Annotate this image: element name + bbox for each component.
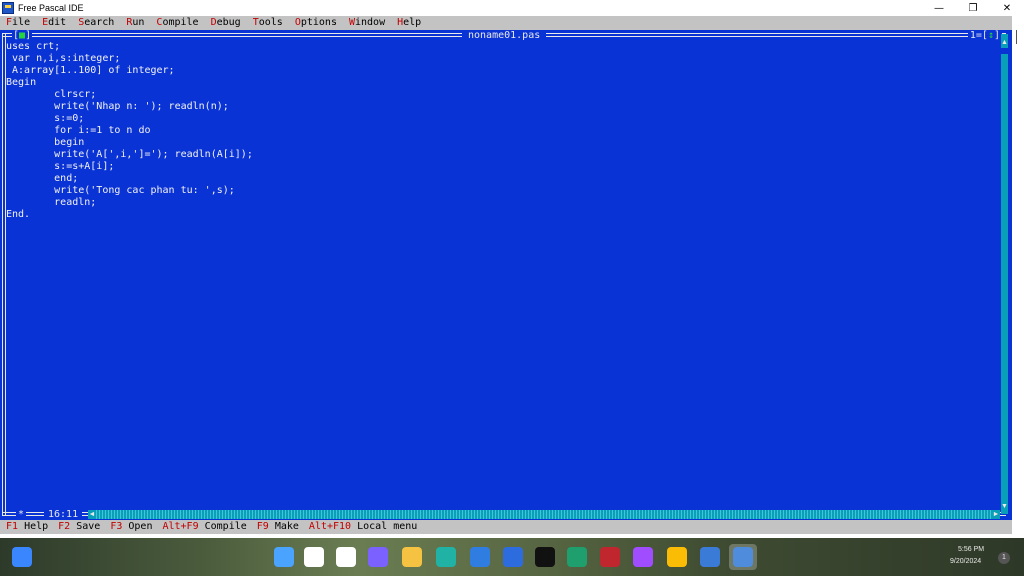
antivirus-icon[interactable] — [600, 547, 620, 567]
menu-label: dit — [48, 17, 67, 28]
translator-icon[interactable] — [700, 547, 720, 567]
window-title: Free Pascal IDE — [18, 3, 84, 13]
code-line[interactable]: Begin — [6, 77, 996, 89]
file-explorer-icon[interactable] — [402, 547, 422, 567]
scroll-down-icon[interactable]: ▼ — [1001, 502, 1008, 512]
menu-label: un — [132, 17, 145, 28]
status-key: F1 — [6, 521, 19, 532]
status-bar: F1 Help F2 Save F3 Open Alt+F9 Compile F9 Ma… — [0, 520, 1012, 534]
status-label: Help — [18, 521, 49, 532]
menu-label: ptions — [300, 17, 337, 28]
window-number-label: 1=[ — [969, 30, 988, 41]
menu-file[interactable]: File — [6, 16, 30, 30]
status-label: Save — [70, 521, 101, 532]
menu-debug[interactable]: Debug — [211, 16, 241, 30]
maximize-button[interactable]: ❐ — [956, 0, 990, 16]
status-key: F3 — [110, 521, 123, 532]
download-manager-icon[interactable] — [567, 547, 587, 567]
code-line[interactable]: s:=0; — [6, 113, 996, 125]
store-icon[interactable] — [470, 547, 490, 567]
vertical-scrollbar[interactable]: ▲ ▼ — [1001, 34, 1008, 514]
messenger-icon[interactable] — [633, 547, 653, 567]
horizontal-scrollbar[interactable]: ◄ ► — [88, 510, 1000, 519]
editor-window[interactable]: [■] noname01.pas 1=[↕] uses crt; var n,i… — [0, 30, 1010, 521]
menu-bar: File Edit Search Run Compile Debug Tools Option… — [0, 16, 1024, 30]
window-right-gutter — [1012, 16, 1024, 536]
code-line[interactable]: begin — [6, 137, 996, 149]
close-box-right: ] — [25, 30, 32, 41]
menu-help[interactable]: Help — [397, 16, 421, 30]
windows-taskbar: 5:56 PM 9/20/2024 1 — [0, 538, 1024, 576]
close-button[interactable]: ✕ — [990, 0, 1024, 16]
code-line[interactable]: End. — [6, 209, 996, 221]
window-controls: — ❐ ✕ — [922, 0, 1024, 16]
tray-date[interactable]: 9/20/2024 — [950, 558, 981, 565]
menu-label: indow — [355, 17, 386, 28]
code-line[interactable]: write('Tong cac phan tu: ',s); — [6, 185, 996, 197]
menu-compile[interactable]: Compile — [156, 16, 198, 30]
task-view-icon[interactable] — [336, 547, 356, 567]
status-label: Local menu — [351, 521, 418, 532]
status-label: Compile — [198, 521, 247, 532]
status-label: Make — [268, 521, 299, 532]
code-line[interactable]: var n,i,s:integer; — [6, 53, 996, 65]
status-compile[interactable]: Alt+F9 Compile — [162, 520, 246, 534]
status-make[interactable]: F9 Make — [257, 520, 299, 534]
status-local-menu[interactable]: Alt+F10 Local menu — [309, 520, 417, 534]
code-line[interactable]: for i:=1 to n do — [6, 125, 996, 137]
status-key: Alt+F10 — [308, 521, 352, 532]
menu-search[interactable]: Search — [78, 16, 114, 30]
code-line[interactable]: clrscr; — [6, 89, 996, 101]
vertical-scroll-thumb[interactable] — [1001, 48, 1008, 54]
free-pascal-icon[interactable] — [733, 547, 753, 567]
status-label: Open — [122, 521, 153, 532]
code-line[interactable]: write('A[',i,']='); readln(A[i]); — [6, 149, 996, 161]
menu-label: ile — [12, 17, 31, 28]
teams-icon[interactable] — [368, 547, 388, 567]
ide-desktop: [■] noname01.pas 1=[↕] uses crt; var n,i… — [0, 30, 1012, 521]
scroll-right-icon[interactable]: ► — [992, 510, 1000, 519]
menu-tools[interactable]: Tools — [253, 16, 283, 30]
window-scroll-marker — [1016, 30, 1017, 44]
chrome-icon[interactable] — [667, 547, 687, 567]
code-line[interactable]: A:array[1..100] of integer; — [6, 65, 996, 77]
menu-label: earch — [84, 17, 115, 28]
scroll-left-icon[interactable]: ◄ — [88, 510, 96, 519]
menu-label: ebug — [216, 17, 241, 28]
status-help[interactable]: F1 Help — [6, 520, 48, 534]
menu-run[interactable]: Run — [126, 16, 144, 30]
status-open[interactable]: F3 Open — [110, 520, 152, 534]
menu-label: ools — [258, 17, 283, 28]
notification-badge[interactable]: 1 — [998, 552, 1010, 564]
window-number-end: ] — [993, 30, 1000, 41]
start-icon[interactable] — [274, 547, 294, 567]
tiktok-icon[interactable] — [535, 547, 555, 567]
code-line[interactable]: uses crt; — [6, 41, 996, 53]
edge-icon[interactable] — [436, 547, 456, 567]
status-key: F2 — [58, 521, 71, 532]
code-line[interactable]: write('Nhap n: '); readln(n); — [6, 101, 996, 113]
code-line[interactable]: end; — [6, 173, 996, 185]
code-line[interactable]: readln; — [6, 197, 996, 209]
search-icon[interactable] — [304, 547, 324, 567]
status-save[interactable]: F2 Save — [58, 520, 100, 534]
status-key: Alt+F9 — [162, 521, 199, 532]
menu-label: ompile — [162, 17, 199, 28]
tray-time[interactable]: 5:56 PM — [958, 546, 984, 553]
minimize-button[interactable]: — — [922, 0, 956, 16]
ccleaner-icon[interactable] — [503, 547, 523, 567]
scroll-up-icon[interactable]: ▲ — [1001, 38, 1008, 48]
status-key: F9 — [256, 521, 269, 532]
code-editor[interactable]: uses crt; var n,i,s:integer; A:array[1..… — [6, 41, 996, 501]
menu-options[interactable]: Options — [295, 16, 337, 30]
window-title-bar: Free Pascal IDE — ❐ ✕ — [0, 0, 1024, 16]
code-line[interactable]: s:=s+A[i]; — [6, 161, 996, 173]
menu-window[interactable]: Window — [349, 16, 385, 30]
menu-edit[interactable]: Edit — [42, 16, 66, 30]
menu-label: elp — [403, 17, 422, 28]
free-pascal-app-icon — [2, 2, 14, 14]
widgets-icon[interactable] — [12, 547, 32, 567]
